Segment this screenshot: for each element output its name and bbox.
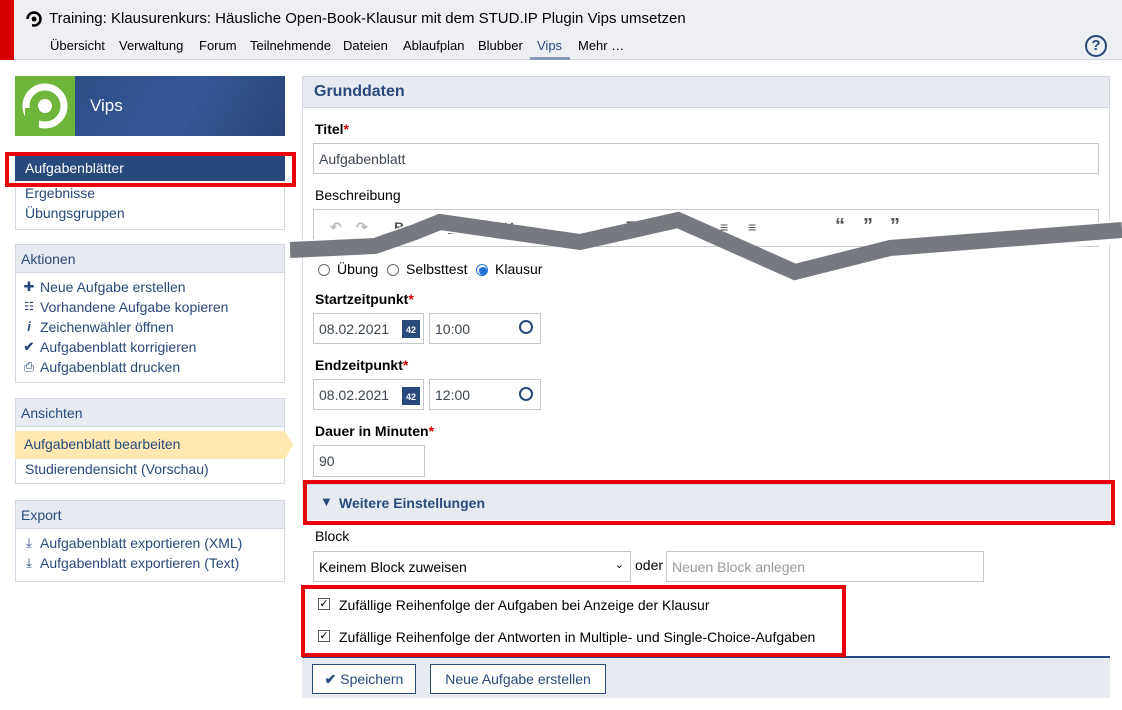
- nav-vips[interactable]: Vips: [537, 38, 562, 53]
- vips-logo-mark: [15, 76, 75, 136]
- nav-teilnehmende[interactable]: Teilnehmende: [250, 38, 331, 53]
- course-icon: [25, 10, 43, 28]
- main-right-border: [1109, 108, 1110, 484]
- export-xml[interactable]: Aufgabenblatt exportieren (XML): [40, 535, 242, 551]
- highlight-aufgabenblaetter: [5, 152, 296, 187]
- save-button[interactable]: ✔ Speichern: [312, 664, 416, 694]
- clock-icon[interactable]: [519, 320, 533, 334]
- copy-list-icon: ☷: [24, 301, 34, 313]
- vips-logo: Vips: [15, 76, 285, 136]
- block-select-value: Keinem Block zuweisen: [319, 559, 467, 575]
- vips-logo-label: Vips: [90, 96, 123, 115]
- action-drucken[interactable]: Aufgabenblatt drucken: [40, 359, 180, 375]
- mode-klausur-radio[interactable]: [476, 264, 488, 276]
- export-icon: ⤓: [26, 535, 32, 550]
- view-aufgabenblatt-bearbeiten[interactable]: Aufgabenblatt bearbeiten: [15, 431, 285, 459]
- check-icon: ✔: [324, 671, 337, 687]
- export-text[interactable]: Aufgabenblatt exportieren (Text): [40, 555, 239, 571]
- highlight-weitere-einstellungen: [303, 480, 1115, 525]
- clock-icon[interactable]: [519, 387, 533, 401]
- titel-label: Titel*: [315, 121, 349, 137]
- check-icon: ✔: [23, 339, 35, 354]
- new-task-button[interactable]: Neue Aufgabe erstellen: [430, 664, 606, 694]
- dauer-input[interactable]: 90: [313, 445, 425, 477]
- mode-selbsttest-label: Selbsttest: [406, 261, 468, 277]
- nav-mehr[interactable]: Mehr …: [578, 38, 624, 53]
- nav-dateien[interactable]: Dateien: [343, 38, 388, 53]
- calendar-icon[interactable]: 42: [402, 320, 420, 338]
- block-select[interactable]: Keinem Block zuweisen ⌄: [313, 551, 631, 582]
- ansichten-title: Ansichten: [16, 399, 284, 427]
- block-label: Block: [315, 528, 350, 544]
- nav-verwaltung[interactable]: Verwaltung: [119, 38, 183, 53]
- nav-ablaufplan[interactable]: Ablaufplan: [403, 38, 464, 53]
- mode-uebung-radio[interactable]: [318, 264, 330, 276]
- start-label: Startzeitpunkt*: [315, 291, 414, 307]
- info-icon: i: [27, 319, 31, 334]
- sidebar-item-uebungsgruppen[interactable]: Übungsgruppen: [25, 205, 125, 221]
- grunddaten-title: Grunddaten: [314, 83, 405, 100]
- chevron-down-icon: ⌄: [614, 559, 624, 571]
- help-icon[interactable]: ?: [1085, 35, 1107, 57]
- action-aufgabe-kopieren[interactable]: Vorhandene Aufgabe kopieren: [40, 299, 228, 315]
- new-block-input[interactable]: Neuen Block anlegen: [666, 551, 984, 582]
- export-title: Export: [16, 501, 284, 529]
- view-studierendensicht[interactable]: Studierendensicht (Vorschau): [25, 461, 209, 477]
- calendar-icon[interactable]: 42: [402, 387, 420, 405]
- nav-active-indicator: [530, 57, 570, 60]
- form-footer: [302, 656, 1110, 698]
- mode-uebung-label: Übung: [337, 261, 379, 277]
- action-neue-aufgabe[interactable]: Neue Aufgabe erstellen: [40, 279, 186, 295]
- print-icon: ⎙: [23, 359, 35, 374]
- beschreibung-label: Beschreibung: [315, 187, 401, 203]
- nav-blubber[interactable]: Blubber: [478, 38, 523, 53]
- export-icon: ⤓: [26, 555, 32, 570]
- nav-forum[interactable]: Forum: [199, 38, 237, 53]
- sidebar-item-ergebnisse[interactable]: Ergebnisse: [25, 185, 95, 201]
- course-title: Training: Klausurenkurs: Häusliche Open-…: [49, 10, 686, 27]
- header-red-bar: [0, 0, 14, 60]
- titel-input[interactable]: Aufgabenblatt: [313, 143, 1099, 174]
- grunddaten-header: [302, 76, 1110, 108]
- nav-uebersicht[interactable]: Übersicht: [50, 38, 105, 53]
- mode-klausur-label: Klausur: [495, 261, 543, 277]
- selected-view-arrow: [285, 431, 293, 459]
- dauer-label: Dauer in Minuten*: [315, 423, 435, 439]
- plus-icon: ✚: [23, 279, 35, 294]
- oder-label: oder: [635, 557, 664, 573]
- main-left-border: [302, 108, 303, 484]
- aktionen-title: Aktionen: [16, 245, 284, 273]
- end-label: Endzeitpunkt*: [315, 357, 409, 373]
- mode-selbsttest-radio[interactable]: [387, 264, 399, 276]
- highlight-checkboxes: [301, 585, 846, 657]
- action-korrigieren[interactable]: Aufgabenblatt korrigieren: [40, 339, 196, 355]
- action-zeichenwaehler[interactable]: Zeichenwähler öffnen: [40, 319, 174, 335]
